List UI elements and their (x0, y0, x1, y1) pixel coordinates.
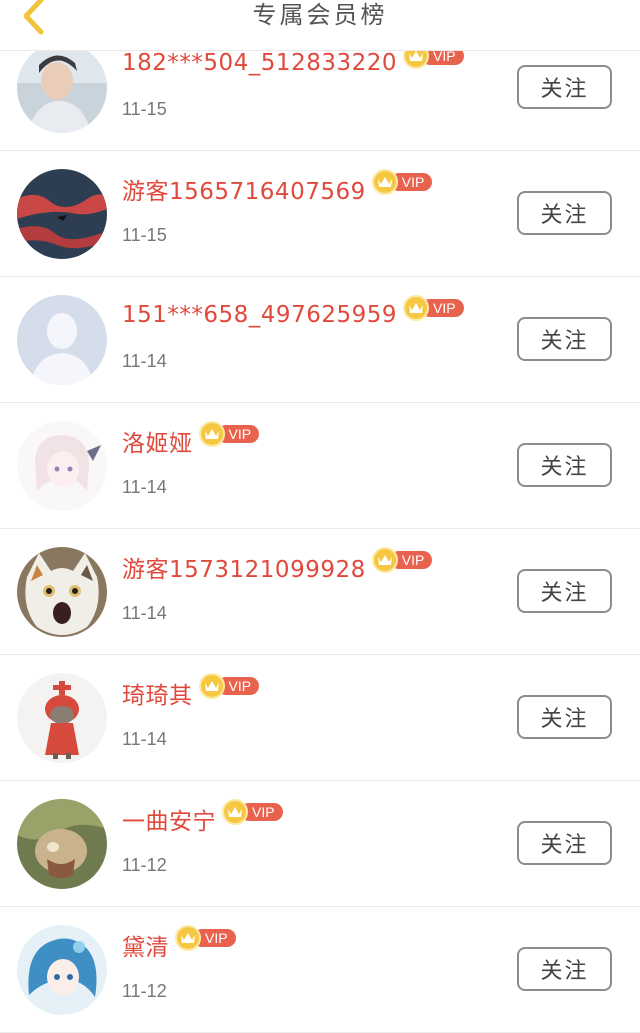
avatar[interactable] (17, 799, 107, 889)
vip-badge: VIP (222, 799, 283, 825)
name-line: 游客1573121099928 VIP (122, 547, 433, 585)
join-date: 11-14 (122, 477, 167, 497)
vip-badge: VIP (198, 421, 260, 447)
member-name[interactable]: 琦琦其 (122, 676, 193, 710)
member-row[interactable]: 一曲安宁 VIP 11-12 关注 (0, 781, 640, 907)
join-date: 11-14 (122, 351, 167, 371)
page-title: 专属会员榜 (252, 1, 388, 29)
join-date: 11-14 (122, 729, 167, 749)
crown-icon (175, 925, 201, 951)
crown-icon (222, 799, 248, 825)
join-date: 11-12 (122, 981, 167, 1001)
member-row[interactable]: 151***658_497625959 VIP 11-14 关注 (0, 277, 640, 403)
follow-button[interactable]: 关注 (517, 695, 612, 739)
name-line: 游客1565716407569 VIP (122, 169, 433, 207)
avatar[interactable] (17, 547, 107, 637)
avatar[interactable] (17, 169, 107, 259)
name-line: 151***658_497625959 VIP (122, 295, 464, 333)
member-row[interactable]: 黛清 VIP 11-12 关注 (0, 907, 640, 1033)
member-row[interactable]: 琦琦其 VIP 11-14 关注 (0, 655, 640, 781)
name-line: 一曲安宁 VIP (122, 799, 283, 837)
member-name[interactable]: 游客1565716407569 (122, 172, 366, 206)
avatar[interactable] (17, 43, 107, 133)
follow-button[interactable]: 关注 (517, 443, 612, 487)
member-name[interactable]: 182***504_512833220 (122, 50, 397, 76)
join-date: 11-14 (122, 603, 167, 623)
vip-badge: VIP (371, 547, 433, 573)
member-row[interactable]: 洛姬娅 VIP 11-14 关注 (0, 403, 640, 529)
crown-icon (198, 673, 225, 699)
crown-icon (198, 421, 225, 447)
member-name[interactable]: 一曲安宁 (122, 802, 216, 836)
follow-button[interactable]: 关注 (517, 191, 612, 235)
name-line: 黛清 VIP (122, 925, 236, 963)
join-date: 11-15 (122, 99, 167, 119)
vip-badge: VIP (371, 169, 433, 195)
vip-badge: VIP (198, 673, 260, 699)
follow-button[interactable]: 关注 (517, 317, 612, 361)
member-row[interactable]: 游客1573121099928 VIP 11-14 关注 (0, 529, 640, 655)
member-name[interactable]: 黛清 (122, 928, 169, 962)
follow-button[interactable]: 关注 (517, 65, 612, 109)
vip-badge: VIP (403, 295, 464, 321)
avatar[interactable] (17, 925, 107, 1015)
join-date: 11-12 (122, 855, 167, 875)
name-line: 琦琦其 VIP (122, 673, 260, 711)
crown-icon (371, 547, 398, 573)
crown-icon (371, 169, 398, 195)
follow-button[interactable]: 关注 (517, 821, 612, 865)
avatar[interactable] (17, 295, 107, 385)
avatar[interactable] (17, 421, 107, 511)
vip-badge: VIP (175, 925, 236, 951)
member-list: 182***504_512833220 VIP 11-15 关注 游客15657… (0, 0, 640, 1033)
crown-icon (403, 295, 429, 321)
follow-button[interactable]: 关注 (517, 947, 612, 991)
top-bar: 专属会员榜 (0, 0, 640, 51)
member-name[interactable]: 游客1573121099928 (122, 550, 366, 584)
member-name[interactable]: 洛姬娅 (122, 424, 193, 458)
follow-button[interactable]: 关注 (517, 569, 612, 613)
member-row[interactable]: 游客1565716407569 VIP 11-15 关注 (0, 151, 640, 277)
join-date: 11-15 (122, 225, 167, 245)
member-name[interactable]: 151***658_497625959 (122, 302, 397, 328)
name-line: 洛姬娅 VIP (122, 421, 260, 459)
avatar[interactable] (17, 673, 107, 763)
